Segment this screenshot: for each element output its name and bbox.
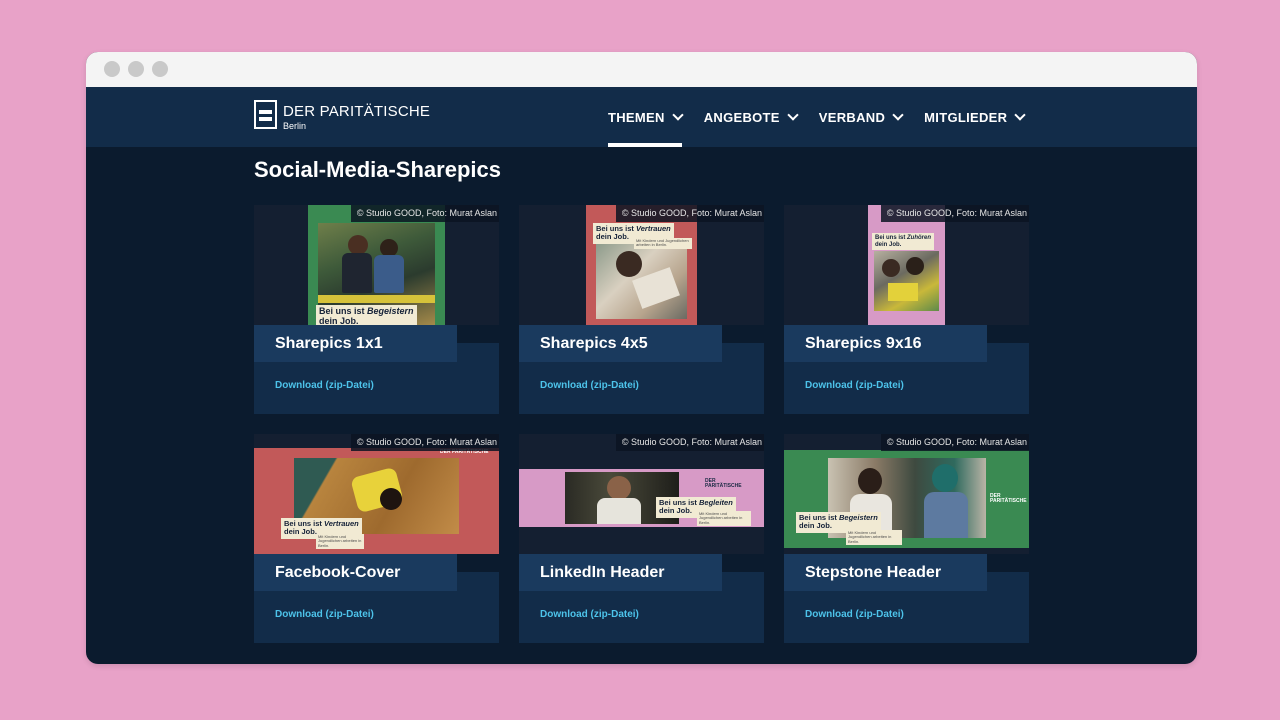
photo-credit: © Studio GOOD, Foto: Murat Aslan [880,205,1029,222]
download-link[interactable]: Download (zip-Datei) [805,609,904,620]
nav-item-label: MITGLIEDER [924,109,1008,125]
browser-titlebar [86,52,1197,87]
chevron-down-icon [892,109,904,121]
nav-item-label: THEMEN [608,109,665,125]
card-title-box: LinkedIn Header [519,554,722,591]
card-title: LinkedIn Header [540,563,665,581]
page-title: Social-Media-Sharepics [254,157,501,182]
sharepic-slogan: Bei uns ist Begeistern dein Job. [316,305,417,325]
card-title: Facebook-Cover [275,563,401,581]
card-preview-image[interactable]: Bei uns ist Begeistern dein Job. © Studio… [254,205,499,325]
sharepic-slogan: Bei uns ist Zuhören dein Job. [872,233,935,251]
card-title-box: Facebook-Cover [254,554,457,591]
card-title: Sharepics 4x5 [540,334,648,352]
sharepic-subtext: Mit Kindern und Jugendlichen arbeiten in… [634,238,692,249]
photo-credit: © Studio GOOD, Foto: Murat Aslan [350,434,499,451]
nav-item-label: VERBAND [818,109,886,125]
card-title: Stepstone Header [805,563,942,581]
download-link[interactable]: Download (zip-Datei) [540,380,639,391]
card-title-box: Sharepics 9x16 [784,325,987,362]
download-card: Bei uns ist Vertrauen dein Job. Mit Kinde… [519,205,764,414]
chevron-down-icon [1014,109,1027,121]
card-title-box: Sharepics 1x1 [254,325,457,362]
sharepic-brand: DER PARITÄTISCHE [705,478,742,489]
main-navigation: THEMEN ANGEBOTE VERBAND MITGLIEDER [608,87,1046,147]
card-title-box: Stepstone Header [784,554,987,591]
nav-item-label: ANGEBOTE [703,109,780,125]
window-dot-icon[interactable] [152,61,168,77]
sharepic-brand: DER PARITÄTISCHE [990,493,1027,504]
sharepic-subtext: Mit Kindern und Jugendlichen arbeiten in… [697,511,751,527]
download-link[interactable]: Download (zip-Datei) [805,380,904,391]
logo-icon [254,100,277,129]
download-card: Bei uns ist Begleiten dein Job. Mit Kinde… [519,434,764,643]
card-preview-image[interactable]: Bei uns ist Zuhören dein Job. © Studio GO… [784,205,1029,325]
chevron-down-icon [672,109,684,121]
download-card: Bei uns ist Vertrauen dein Job. Mit Kinde… [254,434,499,643]
site-logo[interactable]: DER PARITÄTISCHE Berlin [254,100,430,131]
photo-credit: © Studio GOOD, Foto: Murat Aslan [350,205,499,222]
download-link[interactable]: Download (zip-Datei) [275,609,374,620]
photo-credit: © Studio GOOD, Foto: Murat Aslan [615,205,764,222]
photo-area [596,243,687,319]
sharepic-artwork: Bei uns ist Begeistern dein Job. [308,205,445,325]
card-title: Sharepics 9x16 [805,334,922,352]
nav-item-verband[interactable]: VERBAND [818,87,904,147]
photo-area [874,251,939,311]
download-card: Bei uns ist Begeistern dein Job. © Studio… [254,205,499,414]
chevron-down-icon [787,109,799,121]
window-dot-icon[interactable] [128,61,144,77]
card-preview-image[interactable]: Bei uns ist Begeistern dein Job. Mit Kind… [784,434,1029,554]
nav-item-angebote[interactable]: ANGEBOTE [703,87,799,147]
nav-item-mitglieder[interactable]: MITGLIEDER [924,87,1027,147]
photo-credit: © Studio GOOD, Foto: Murat Aslan [880,434,1029,451]
download-card: Bei uns ist Begeistern dein Job. Mit Kind… [784,434,1029,643]
download-link[interactable]: Download (zip-Datei) [275,380,374,391]
site-header: DER PARITÄTISCHE Berlin THEMEN ANGEBOTE … [86,87,1197,147]
sharepic-artwork: Bei uns ist Begleiten dein Job. Mit Kinde… [519,469,764,527]
sharepic-artwork: Bei uns ist Vertrauen dein Job. Mit Kinde… [254,448,499,554]
sharepic-subtext: Mit Kindern und Jugendlichen arbeiten in… [316,534,364,550]
sharepic-subtext: Mit Kindern und Jugendlichen arbeiten in… [846,530,902,546]
download-card: Bei uns ist Zuhören dein Job. © Studio GO… [784,205,1029,414]
logo-name: DER PARITÄTISCHE [283,103,431,120]
sharepic-artwork: Bei uns ist Begeistern dein Job. Mit Kind… [784,450,1029,548]
sharepic-artwork: Bei uns ist Vertrauen dein Job. Mit Kinde… [586,205,697,325]
card-preview-image[interactable]: Bei uns ist Begleiten dein Job. Mit Kinde… [519,434,764,554]
logo-subtitle: Berlin [283,121,307,131]
card-title-box: Sharepics 4x5 [519,325,722,362]
browser-window: DER PARITÄTISCHE Berlin THEMEN ANGEBOTE … [86,52,1197,664]
card-preview-image[interactable]: Bei uns ist Vertrauen dein Job. Mit Kinde… [519,205,764,325]
nav-item-themen[interactable]: THEMEN [608,87,684,147]
card-title: Sharepics 1x1 [275,334,383,352]
window-dot-icon[interactable] [104,61,120,77]
sharepic-artwork: Bei uns ist Zuhören dein Job. [868,205,945,325]
download-link[interactable]: Download (zip-Datei) [540,609,639,620]
card-preview-image[interactable]: Bei uns ist Vertrauen dein Job. Mit Kinde… [254,434,499,554]
photo-credit: © Studio GOOD, Foto: Murat Aslan [615,434,764,451]
